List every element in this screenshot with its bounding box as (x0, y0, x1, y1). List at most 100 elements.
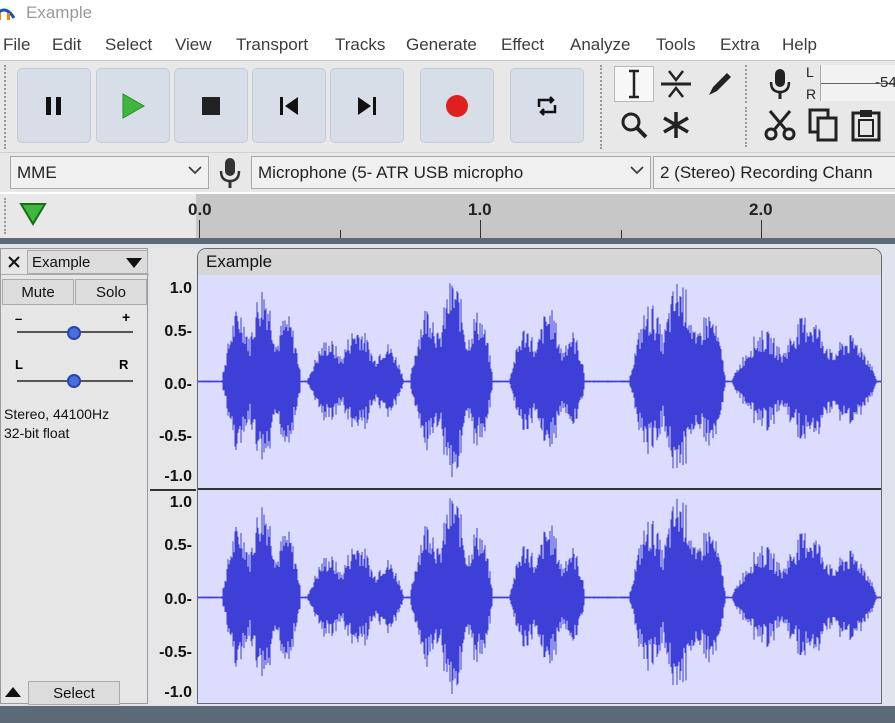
ruler-tick (480, 220, 481, 238)
solo-button[interactable]: Solo (75, 279, 147, 305)
amplitude-ruler[interactable]: 1.0 0.5- 0.0- -0.5- -1.0 1.0 0.5- 0.0- -… (150, 248, 196, 704)
envelope-tool[interactable] (656, 66, 696, 102)
stop-button[interactable] (174, 68, 248, 143)
close-track-button[interactable] (3, 251, 25, 273)
clip-title: Example (206, 252, 273, 271)
stop-icon (202, 96, 220, 115)
cut-button[interactable] (760, 107, 800, 143)
meter-left-label: L (806, 64, 814, 80)
ruler-tick (761, 220, 762, 238)
ruler-label-2: 2.0 (749, 200, 773, 219)
track-area: Example Mute Solo – + L R Stereo, 44100H… (0, 244, 895, 706)
selection-tool-icon (629, 69, 639, 99)
recording-device-value: Microphone (5- ATR USB micropho (258, 163, 524, 182)
toolbar-grabber[interactable] (4, 65, 12, 149)
menu-tools[interactable]: Tools (656, 35, 696, 55)
title-bar: Example (0, 0, 895, 28)
menu-file[interactable]: File (3, 35, 30, 55)
device-toolbar: MME Microphone (5- ATR USB micropho 2 (S… (0, 152, 895, 192)
gain-plus-label: + (122, 309, 131, 325)
multi-tool-icon (663, 112, 689, 138)
pan-right-label: R (119, 357, 129, 372)
menu-select[interactable]: Select (105, 35, 152, 55)
skip-to-start-button[interactable] (252, 68, 326, 143)
menu-tracks[interactable]: Tracks (335, 35, 385, 55)
left-channel[interactable] (198, 275, 881, 488)
menu-extra[interactable]: Extra (720, 35, 760, 55)
amp-label-top-1: 1.0 (169, 280, 192, 297)
selection-tool[interactable] (614, 66, 654, 102)
track-name-menu[interactable]: Example (27, 250, 148, 274)
ruler-tick (340, 230, 341, 238)
draw-tool[interactable] (700, 66, 740, 102)
copy-icon (808, 108, 838, 142)
amp-label-bottom-0: 0.0- (164, 591, 192, 608)
skip-end-icon (358, 96, 376, 115)
window-title: Example (26, 3, 93, 22)
edit-grabber[interactable] (745, 107, 753, 147)
record-level-meter[interactable]: -54 (820, 65, 895, 101)
meter-right-label: R (806, 86, 817, 102)
recording-channels-value: 2 (Stereo) Recording Chann (660, 163, 873, 182)
audio-host-value: MME (17, 163, 57, 182)
amp-label-bottom-1: 1.0 (169, 494, 192, 511)
amp-label-top-neg1: -1.0 (164, 468, 192, 485)
copy-button[interactable] (803, 107, 843, 143)
triangle-up-icon (5, 687, 21, 697)
mute-button[interactable]: Mute (2, 279, 74, 305)
ruler-timeline-area[interactable]: 0.0 1.0 2.0 (188, 194, 895, 238)
play-button[interactable] (96, 68, 170, 143)
menu-analyze[interactable]: Analyze (570, 35, 630, 55)
zoom-tool[interactable] (614, 107, 654, 143)
pause-icon (46, 96, 61, 115)
menu-generate[interactable]: Generate (406, 35, 477, 55)
multi-tool[interactable] (656, 107, 696, 143)
gain-slider-thumb[interactable] (67, 326, 81, 340)
ruler-tick (199, 220, 200, 238)
timeline-ruler[interactable]: 0.0 1.0 2.0 (0, 194, 895, 238)
loop-button[interactable] (510, 68, 584, 143)
chevron-down-icon (188, 166, 202, 175)
ruler-grabber[interactable] (4, 198, 12, 234)
recording-channels-select[interactable]: 2 (Stereo) Recording Chann (653, 156, 895, 189)
track-control-panel: Example Mute Solo – + L R Stereo, 44100H… (0, 248, 149, 705)
right-channel[interactable] (198, 490, 881, 703)
meter-scale-value: -54 (875, 74, 895, 91)
pause-button[interactable] (17, 68, 91, 143)
menu-effect[interactable]: Effect (501, 35, 544, 55)
recording-device-select[interactable]: Microphone (5- ATR USB micropho (251, 156, 651, 189)
ruler-label-1: 1.0 (468, 200, 492, 219)
menu-help[interactable]: Help (782, 35, 817, 55)
audio-host-select[interactable]: MME (10, 156, 209, 189)
triangle-down-icon (126, 258, 142, 268)
collapse-track-button[interactable] (2, 681, 24, 703)
record-button[interactable] (420, 68, 494, 143)
chevron-down-icon (630, 166, 644, 175)
play-icon (122, 92, 146, 119)
right-channel-waveform (198, 498, 881, 695)
left-channel-waveform (198, 283, 881, 478)
skip-to-end-button[interactable] (330, 68, 404, 143)
tools-grabber[interactable] (600, 65, 608, 149)
loop-icon (537, 95, 557, 116)
ruler-channel-divider (150, 489, 196, 491)
menu-transport[interactable]: Transport (236, 35, 308, 55)
skip-start-icon (280, 96, 298, 115)
draw-tool-icon (709, 73, 731, 95)
paste-icon (851, 110, 881, 142)
record-icon (446, 94, 468, 117)
play-head-icon[interactable] (19, 202, 47, 226)
close-icon (8, 256, 20, 268)
record-meter-button[interactable] (760, 66, 800, 102)
paste-button[interactable] (846, 107, 886, 143)
audio-clip[interactable]: Example (197, 248, 882, 704)
pan-slider-thumb[interactable] (67, 374, 81, 388)
meter-grabber[interactable] (745, 65, 753, 103)
select-track-button[interactable]: Select (28, 681, 120, 705)
menu-view[interactable]: View (175, 35, 212, 55)
amp-label-bottom-05: 0.5- (164, 537, 192, 554)
pan-left-label: L (15, 357, 23, 372)
track-name: Example (32, 253, 91, 271)
clip-header[interactable]: Example (198, 249, 881, 275)
menu-edit[interactable]: Edit (52, 35, 81, 55)
